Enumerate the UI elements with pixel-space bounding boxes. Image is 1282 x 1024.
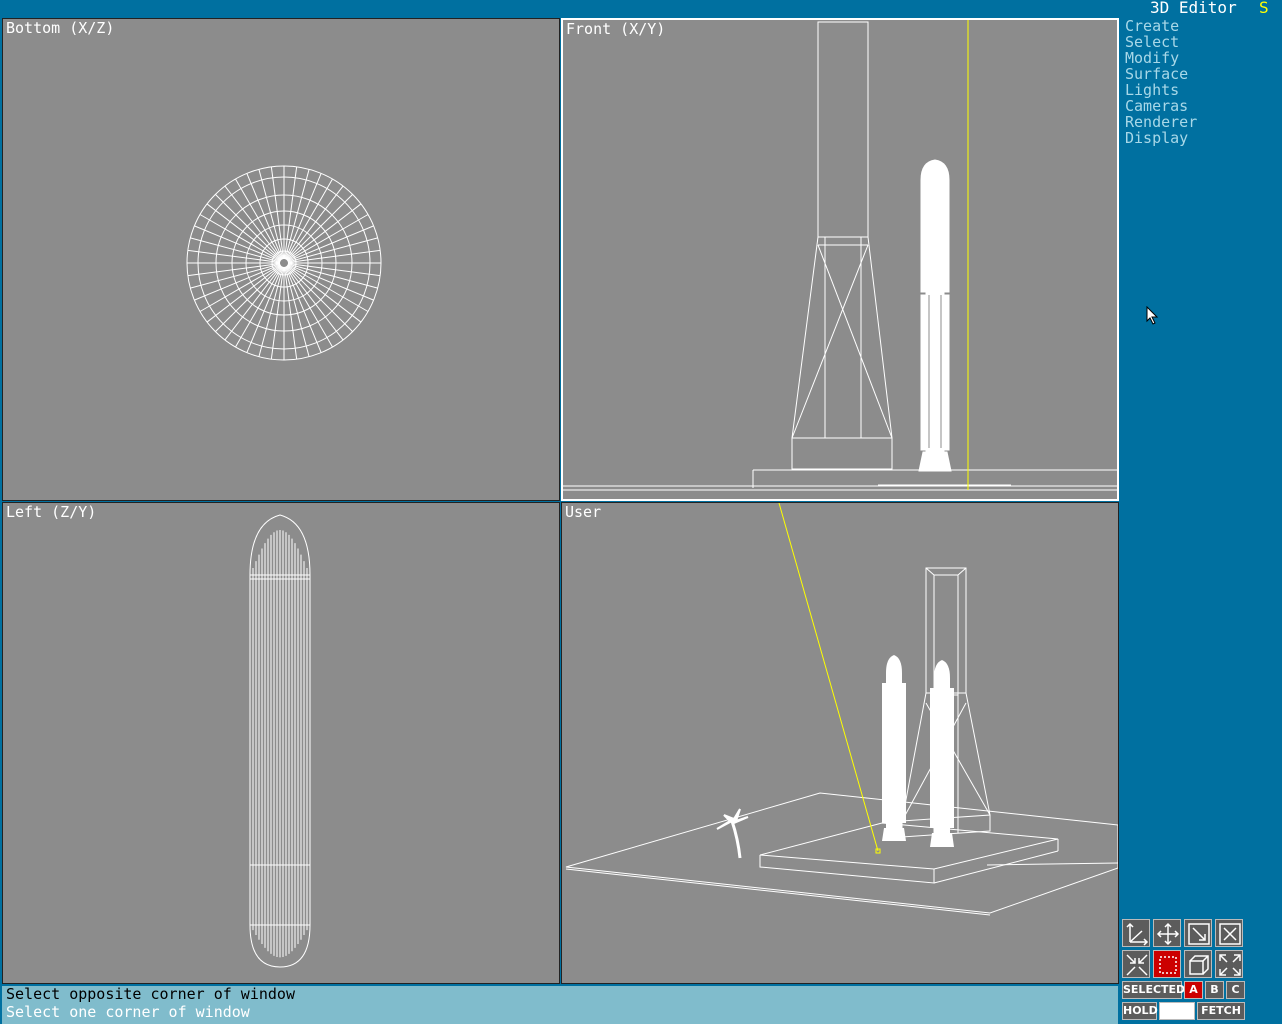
pan-tool-button[interactable] — [1153, 919, 1181, 947]
viewport-bottom[interactable]: Bottom (X/Z) — [2, 18, 560, 501]
menu-item-select[interactable]: Select — [1125, 34, 1197, 50]
select-set-b-button[interactable]: B — [1205, 981, 1224, 999]
menu-item-display[interactable]: Display — [1125, 130, 1197, 146]
close-window-icon — [1219, 923, 1241, 945]
viewport-bottom-label: Bottom (X/Z) — [6, 19, 115, 37]
close-window-tool-button[interactable] — [1215, 919, 1243, 947]
pan-icon — [1156, 922, 1180, 946]
bottom-wireframe — [186, 165, 382, 361]
left-wireframe — [249, 514, 311, 968]
window-select-icon — [1159, 956, 1177, 974]
zoom-out-icon — [1126, 954, 1148, 976]
front-wireframe — [563, 20, 1117, 491]
zoom-extents-icon — [1188, 923, 1210, 945]
title-bar: 3D Editor S — [0, 0, 1282, 17]
fullscreen-tool-button[interactable] — [1215, 950, 1243, 978]
viewport-left-label: Left (Z/Y) — [6, 503, 97, 521]
menu-item-surface[interactable]: Surface — [1125, 66, 1197, 82]
mouse-cursor-icon — [1146, 306, 1159, 325]
fetch-button[interactable]: FETCH — [1197, 1002, 1245, 1020]
box-view-tool-button[interactable] — [1184, 950, 1212, 978]
menu-item-cameras[interactable]: Cameras — [1125, 98, 1197, 114]
status-prompt-current: Select opposite corner of window — [6, 985, 295, 1003]
hold-button[interactable]: HOLD — [1122, 1002, 1158, 1020]
app-indicator: S — [1259, 0, 1269, 17]
menu-item-modify[interactable]: Modify — [1125, 50, 1197, 66]
user-wireframe — [565, 503, 1118, 916]
fullscreen-icon — [1219, 954, 1241, 976]
viewport-user[interactable]: User — [561, 502, 1119, 984]
axis-icon — [1126, 922, 1149, 946]
zoom-extents-tool-button[interactable] — [1184, 919, 1212, 947]
menu-item-renderer[interactable]: Renderer — [1125, 114, 1197, 130]
command-menu: Create Select Modify Surface Lights Came… — [1125, 18, 1197, 146]
select-set-a-button[interactable]: A — [1184, 981, 1203, 999]
viewport-left[interactable]: Left (Z/Y) — [2, 502, 560, 984]
select-set-c-button[interactable]: C — [1226, 981, 1245, 999]
status-bar: Select opposite corner of window Select … — [2, 986, 1118, 1024]
zoom-out-tool-button[interactable] — [1122, 950, 1150, 978]
app-title: 3D Editor — [1150, 0, 1237, 17]
menu-item-lights[interactable]: Lights — [1125, 82, 1197, 98]
viewport-front-label: Front (X/Y) — [566, 20, 666, 38]
menu-item-create[interactable]: Create — [1125, 18, 1197, 34]
selected-button[interactable]: SELECTED — [1122, 981, 1185, 999]
viewport-front[interactable]: Front (X/Y) — [561, 18, 1119, 501]
viewport-user-label: User — [565, 503, 602, 521]
window-select-tool-button[interactable] — [1153, 950, 1181, 978]
axis-tool-button[interactable] — [1122, 919, 1150, 947]
hold-indicator — [1159, 1002, 1195, 1020]
box-view-icon — [1189, 955, 1209, 975]
status-prompt-previous: Select one corner of window — [6, 1003, 250, 1021]
